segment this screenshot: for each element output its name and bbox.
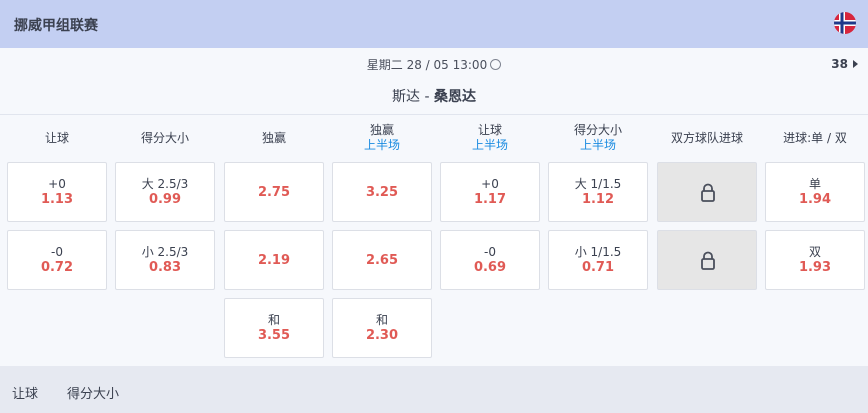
odds-cell[interactable]: +0 1.17 [440,162,540,222]
odds-cell[interactable]: 2.75 [224,162,324,222]
odds-cell[interactable]: 2.65 [332,230,432,290]
away-team: 桑恩达 [433,89,476,105]
col-header-odd-even: 进球:单 / 双 [783,131,847,145]
odds-cell[interactable]: -0 0.72 [7,230,107,290]
home-team: 斯达 [392,89,421,105]
league-title: 挪威甲组联赛 [14,18,98,34]
locked-odds-cell [657,162,757,222]
market-tabs: 让球 得分大小 [0,366,868,413]
lock-icon [701,183,715,202]
tab-over-under[interactable]: 得分大小 [67,383,119,402]
col-header-1x2-1h: 独赢 上半场 [363,123,400,152]
odds-cell[interactable]: 小 2.5/3 0.83 [115,230,215,290]
odds-cell[interactable]: 双 1.93 [765,230,865,290]
more-markets-button[interactable]: 38 [831,57,858,71]
match-teams: 斯达 - 桑恩达 [0,86,868,106]
odds-cell[interactable]: 小 1/1.5 0.71 [548,230,648,290]
odds-cell[interactable]: +0 1.13 [7,162,107,222]
odds-cell[interactable]: 大 2.5/3 0.99 [115,162,215,222]
odds-cell[interactable]: 3.25 [332,162,432,222]
odds-cell[interactable]: 2.19 [224,230,324,290]
locked-odds-cell [657,230,757,290]
odds-cell[interactable]: -0 0.69 [440,230,540,290]
clock-icon [490,59,502,70]
match-datetime: 星期二 28 / 05 13:00 [0,56,868,73]
team-separator: - [420,89,434,105]
odds-cell[interactable]: 大 1/1.5 1.12 [548,162,648,222]
odds-cell[interactable]: 单 1.94 [765,162,865,222]
odds-cell-draw[interactable]: 和 3.55 [224,298,324,358]
odds-cell-draw[interactable]: 和 2.30 [332,298,432,358]
col-header-over-under-1h: 得分大小 上半场 [573,123,622,152]
col-header-handicap: 让球 [44,131,69,145]
lock-icon [701,251,715,270]
col-header-over-under: 得分大小 [140,131,189,145]
col-header-1x2: 独赢 [261,131,286,145]
league-header: 挪威甲组联赛 [0,0,868,48]
norway-flag-icon [834,12,856,34]
caret-right-icon [853,60,858,68]
col-header-handicap-1h: 让球 上半场 [471,123,508,152]
divider [0,114,868,115]
col-header-btts: 双方球队进球 [670,131,743,145]
tab-handicap[interactable]: 让球 [12,383,38,402]
